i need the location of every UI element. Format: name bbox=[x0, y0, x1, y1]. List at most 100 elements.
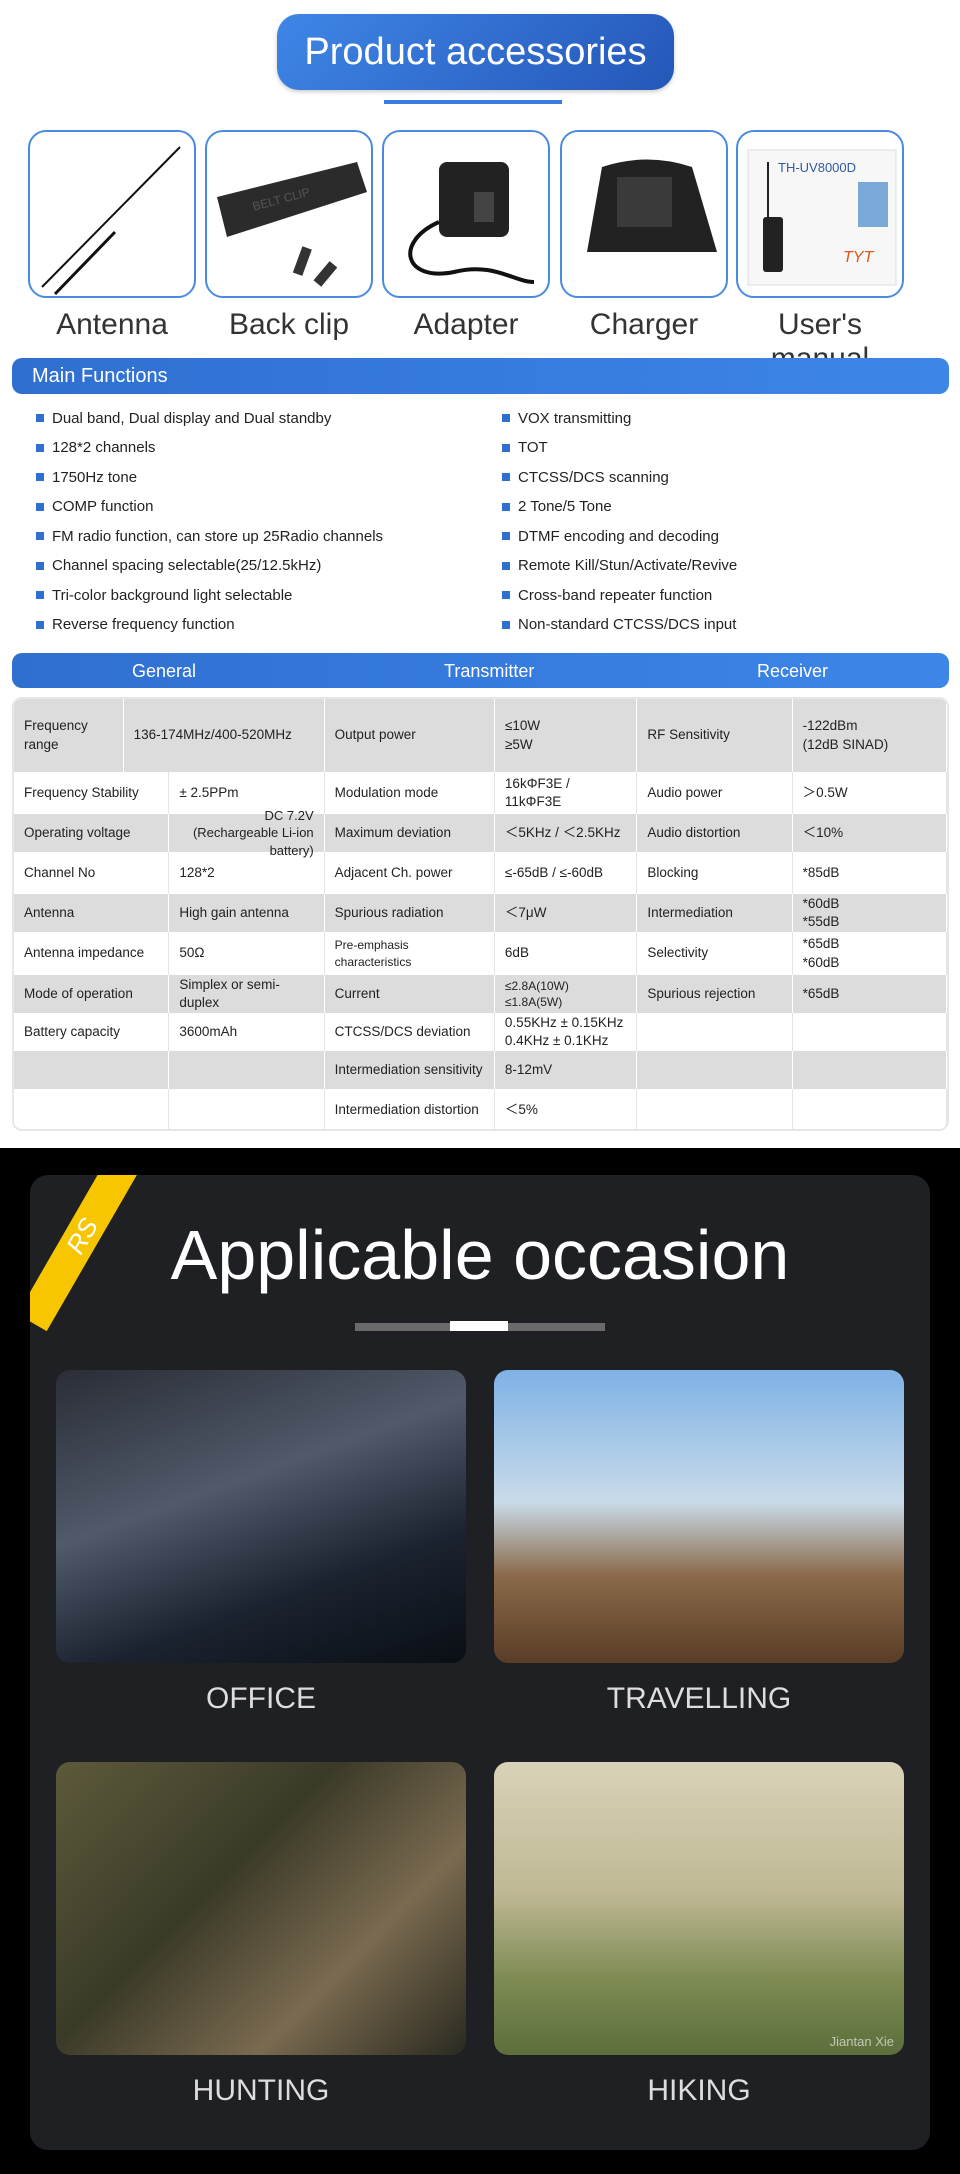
spec-cell: Channel No bbox=[14, 852, 170, 894]
spec-cell: Modulation mode bbox=[325, 772, 495, 814]
manual-image: TH-UV8000D TYT bbox=[736, 130, 904, 298]
bullet-icon bbox=[502, 532, 510, 540]
spec-cell-line: ≤-65dB / ≤-60dB bbox=[504, 864, 604, 880]
spec-cell bbox=[169, 1089, 325, 1129]
spec-cell-line: Audio distortion bbox=[647, 824, 741, 840]
spec-cell: Battery capacity bbox=[14, 1013, 170, 1051]
occasion-label: HUNTING bbox=[192, 2074, 330, 2107]
spec-cell-line: RF Sensitivity bbox=[647, 727, 730, 743]
spec-cell-line: 128*2 bbox=[179, 864, 215, 880]
spec-cell: Mode of operation bbox=[14, 975, 170, 1013]
spec-cell bbox=[793, 1051, 947, 1089]
bullet-icon bbox=[502, 473, 510, 481]
bullet-icon bbox=[36, 443, 44, 452]
spec-cell-line: *60dB bbox=[802, 954, 840, 970]
spec-cell bbox=[793, 1089, 947, 1129]
spec-row: Frequency Stability ± 2.5PPm Modulation mo… bbox=[14, 772, 947, 814]
spec-cell: Frequency range bbox=[14, 699, 124, 772]
spec-cell-line: Battery capacity bbox=[24, 1023, 121, 1039]
spec-cell: Antenna bbox=[14, 894, 170, 932]
spec-cell: Selectivity bbox=[637, 932, 793, 975]
spec-cell: Intermediation sensitivity bbox=[325, 1051, 495, 1089]
spec-cell-line: Intermediation distortion bbox=[334, 1102, 479, 1118]
function-item: DTMF encoding and decoding bbox=[502, 526, 719, 546]
spec-cell: Operating voltage bbox=[14, 814, 170, 852]
bullet-icon bbox=[36, 561, 44, 570]
spec-cell: ≤2.8A(10W) ≤1.8A(5W) bbox=[495, 975, 638, 1013]
spec-cell bbox=[14, 1051, 170, 1089]
function-text: DTMF encoding and decoding bbox=[518, 527, 719, 545]
function-item: 1750Hz tone bbox=[36, 467, 137, 487]
spec-row: Intermediation distortion ＜5% bbox=[14, 1089, 947, 1129]
spec-cell-line: *85dB bbox=[802, 864, 840, 880]
spec-cell bbox=[793, 1013, 947, 1051]
spec-cell bbox=[637, 1089, 793, 1129]
spec-cell: ＜7μW bbox=[495, 894, 638, 932]
spec-cell: 3600mAh bbox=[169, 1013, 325, 1051]
spec-cell-line: Mode of operation bbox=[24, 985, 133, 1001]
spec-row: Intermediation sensitivity 8-12mV bbox=[14, 1051, 947, 1089]
function-text: 1750Hz tone bbox=[52, 468, 138, 486]
spec-cell-line: ≤10W bbox=[504, 718, 541, 734]
spec-row: Battery capacity 3600mAh CTCSS/DCS deviati… bbox=[14, 1013, 947, 1051]
divider-highlight bbox=[450, 1321, 508, 1331]
occasion-photo-office bbox=[56, 1370, 466, 1663]
adapter-image bbox=[382, 130, 550, 298]
function-item: 2 Tone/5 Tone bbox=[502, 497, 612, 517]
function-text: Reverse frequency function bbox=[52, 616, 235, 633]
spec-header-general: General bbox=[132, 661, 197, 681]
spec-cell: 16kΦF3E / 11kΦF3E bbox=[495, 772, 638, 814]
spec-row: Channel No 128*2 Adjacent Ch. power ≤-65dB … bbox=[14, 852, 947, 894]
function-item: 128*2 channels bbox=[36, 438, 155, 458]
svg-text:TH-UV8000D: TH-UV8000D bbox=[778, 160, 856, 175]
spec-cell-line: ＜5KHz / ＜2.5KHz bbox=[504, 824, 621, 840]
spec-cell: ＜10% bbox=[793, 814, 947, 852]
spec-cell-line: ± 2.5PPm bbox=[179, 784, 239, 800]
bullet-icon bbox=[36, 591, 44, 599]
bullet-icon bbox=[36, 620, 44, 629]
spec-cell-line: Adjacent Ch. power bbox=[334, 864, 453, 880]
spec-cell-line: Spurious rejection bbox=[647, 985, 756, 1001]
spec-cell-line: High gain antenna bbox=[179, 904, 289, 920]
bullet-icon bbox=[502, 620, 510, 629]
function-item: Dual band, Dual display and Dual standby bbox=[36, 408, 331, 428]
spec-cell: Antenna impedance bbox=[14, 932, 170, 975]
spec-cell: Adjacent Ch. power bbox=[325, 852, 495, 894]
spec-header-receiver: Receiver bbox=[757, 661, 829, 681]
spec-cell-line: ＞0.5W bbox=[802, 784, 848, 800]
function-item: TOT bbox=[502, 438, 548, 458]
bullet-icon bbox=[36, 532, 44, 540]
occasion-label: OFFICE bbox=[206, 1682, 316, 1715]
spec-row: Antenna impedance 50Ω Pre-emphasis charact… bbox=[14, 932, 947, 975]
function-item: Reverse frequency function bbox=[36, 615, 235, 635]
spec-cell-line: Modulation mode bbox=[334, 784, 439, 800]
spec-cell: 6dB bbox=[495, 932, 638, 975]
spec-header-bar: General Transmitter Receiver bbox=[12, 653, 949, 688]
spec-cell-line: ≥5W bbox=[504, 736, 533, 752]
spec-cell-line: *65dB bbox=[802, 985, 840, 1001]
bullet-icon bbox=[36, 502, 44, 511]
charger-image bbox=[560, 130, 728, 298]
bullet-icon bbox=[36, 414, 44, 422]
function-item: Remote Kill/Stun/Activate/Revive bbox=[502, 556, 737, 576]
spec-cell-line: CTCSS/DCS deviation bbox=[334, 1023, 471, 1039]
function-text: Tri-color background light selectable bbox=[52, 586, 293, 604]
function-text: FM radio function, can store up 25Radio … bbox=[52, 527, 384, 545]
bullet-icon bbox=[502, 443, 510, 452]
function-text: CTCSS/DCS scanning bbox=[518, 468, 669, 486]
occasion-photo-travelling bbox=[494, 1370, 904, 1663]
spec-cell: RF Sensitivity bbox=[637, 699, 793, 772]
function-item: VOX transmitting bbox=[502, 408, 631, 428]
spec-cell-line: Blocking bbox=[647, 864, 699, 880]
bullet-icon bbox=[36, 473, 44, 481]
accessory-label: Back clip bbox=[228, 308, 350, 341]
accessory-label: Charger bbox=[589, 308, 699, 341]
spec-cell-line: *55dB bbox=[802, 914, 840, 929]
occasion-photo-hunting bbox=[56, 1762, 466, 2055]
occasion-label: TRAVELLING bbox=[606, 1682, 792, 1715]
spec-cell-line: 0.4KHz ± 0.1KHz bbox=[504, 1033, 609, 1048]
spec-cell-line: Spurious radiation bbox=[334, 904, 444, 920]
spec-cell: -122dBm (12dB SINAD) bbox=[793, 699, 947, 772]
spec-cell: High gain antenna bbox=[169, 894, 325, 932]
function-text: Dual band, Dual display and Dual standby bbox=[52, 409, 332, 427]
